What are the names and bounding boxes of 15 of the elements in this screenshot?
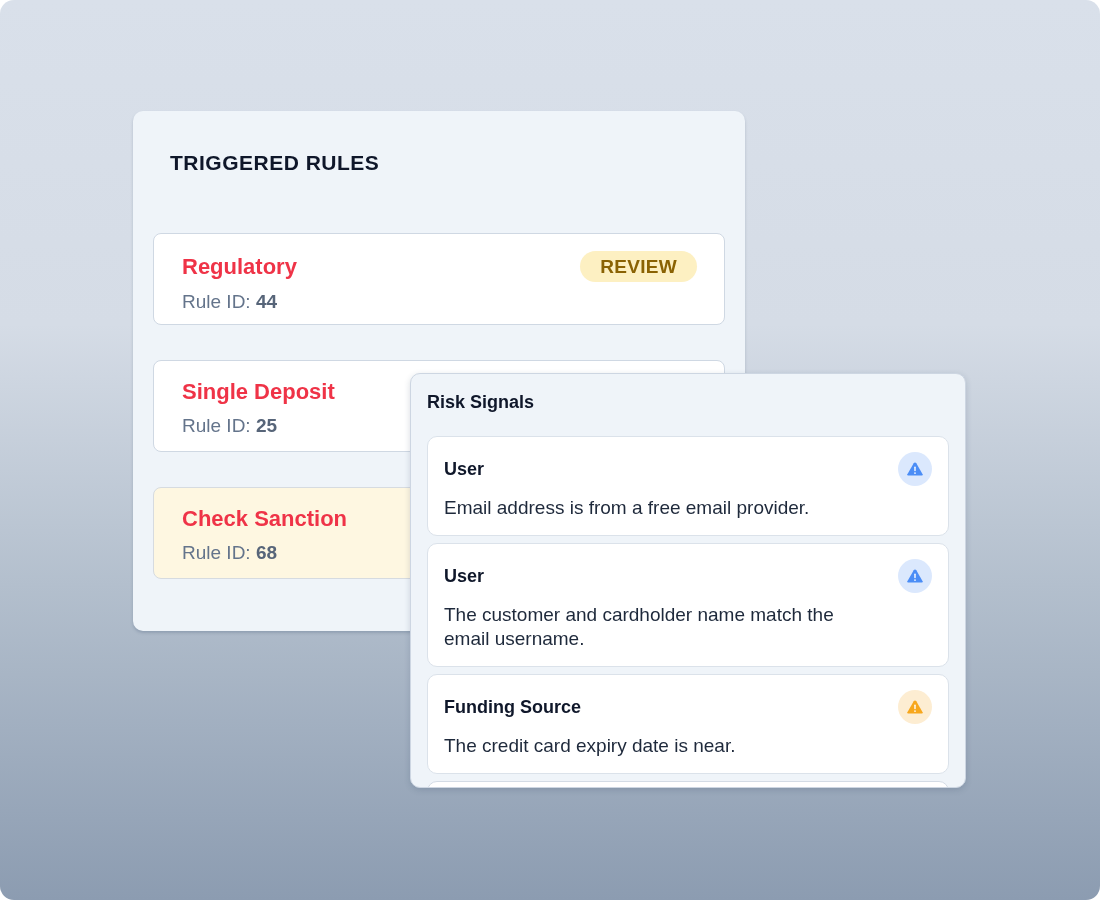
rule-name: Check Sanction (182, 505, 348, 533)
signal-description: Email address is from a free email provider. (444, 496, 810, 520)
rule-name: Single Deposit (182, 378, 335, 406)
signal-description: The credit card expiry date is near. (444, 734, 736, 758)
signal-category: Funding Source (444, 696, 581, 719)
signal-description: The customer and cardholder name match the email username. (444, 603, 835, 651)
signal-category: User (444, 458, 485, 481)
signal-category: User (444, 565, 485, 588)
rule-id-text: Rule ID: 44 (182, 290, 278, 314)
panel-title: Risk Signals (427, 391, 535, 414)
rule-id-text: Rule ID: 25 (182, 414, 278, 438)
status-badge: REVIEW (580, 251, 697, 282)
panel-title: TRIGGERED RULES (170, 150, 380, 176)
rule-id-text: Rule ID: 68 (182, 541, 278, 565)
rule-name: Regulatory (182, 252, 297, 281)
